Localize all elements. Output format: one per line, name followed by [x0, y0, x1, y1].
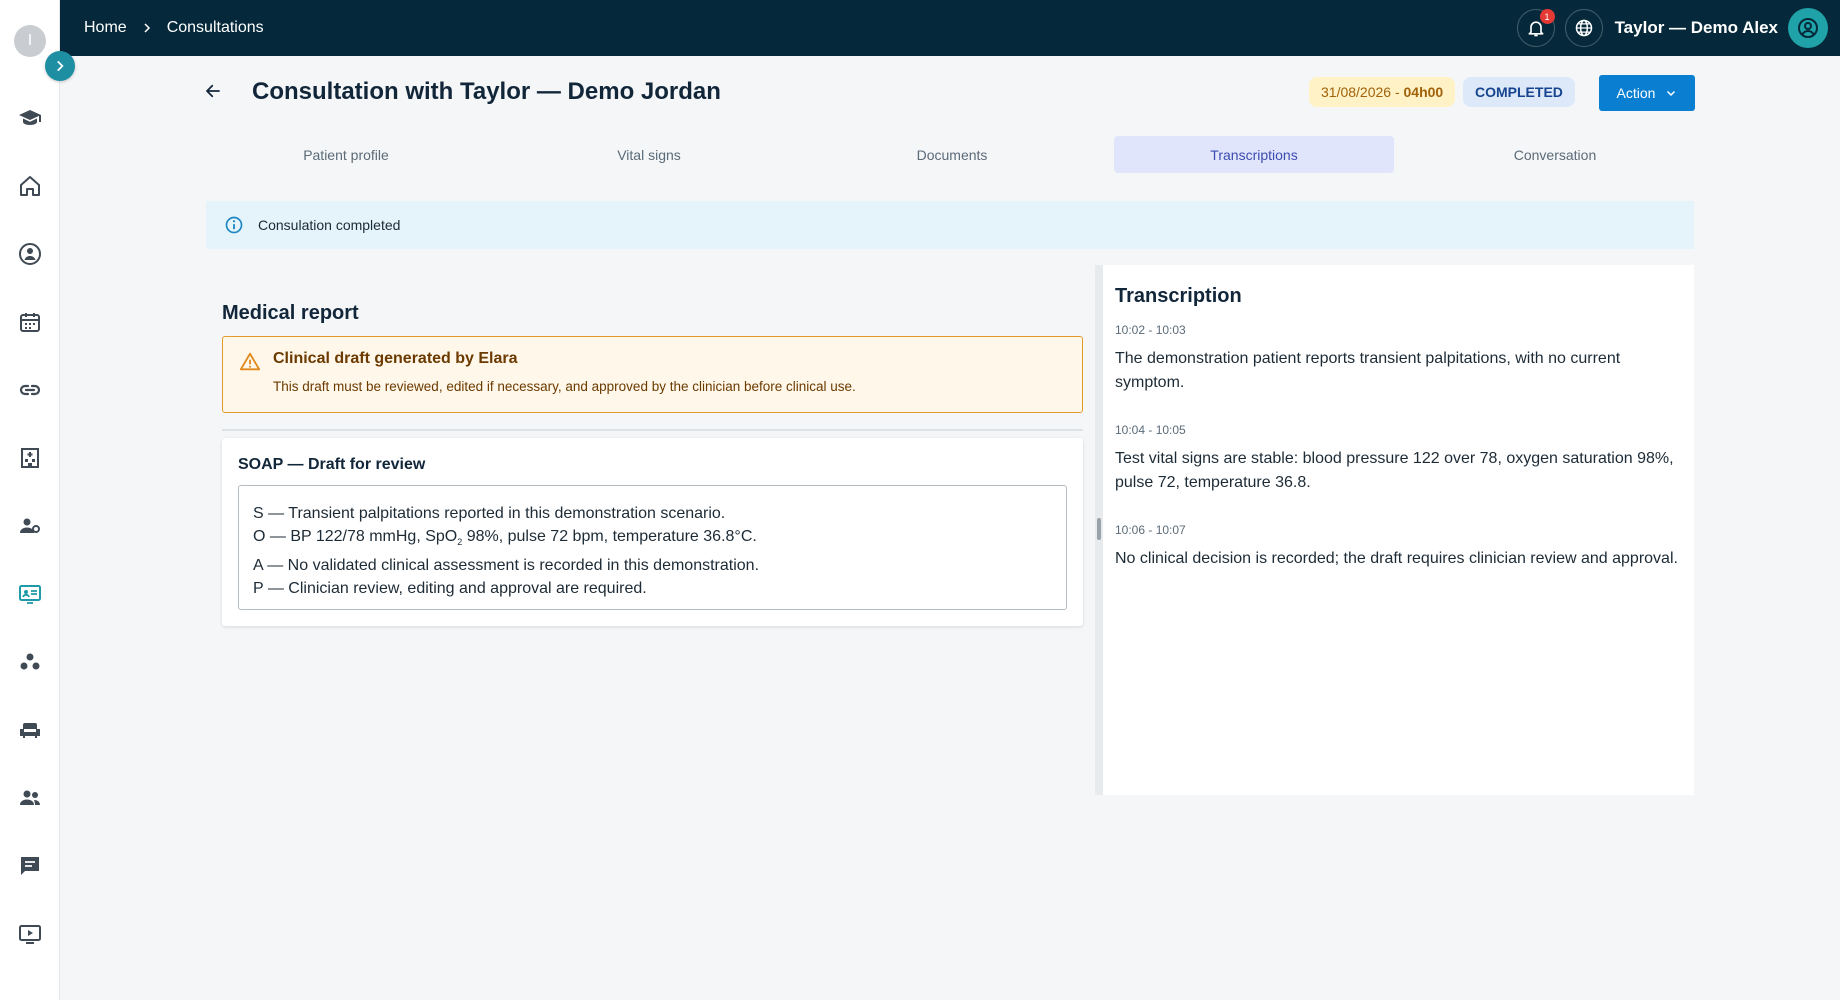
calendar-icon: [20, 313, 40, 332]
medical-report-title: Medical report: [222, 302, 359, 324]
info-icon: [225, 216, 243, 234]
sidebar-item-network[interactable]: [16, 648, 44, 676]
user-avatar[interactable]: [1788, 8, 1828, 48]
soap-objective-part-2: 98%, pulse 72 bpm, temperature 36.8°C.: [462, 528, 757, 545]
soap-assessment: A — No validated clinical assessment is …: [253, 557, 760, 575]
sidebar-item-messages[interactable]: [16, 852, 44, 880]
soap-plan: P — Clinician review, editing and approv…: [253, 580, 647, 598]
transcription-panel: Transcription 10:02 - 10:03 The demonstr…: [1103, 265, 1694, 795]
users-settings-icon: [20, 518, 40, 533]
segment-time: 10:02 - 10:03: [1115, 323, 1186, 337]
notification-badge: 1: [1539, 9, 1555, 24]
page-title: Consultation with Taylor — Demo Jordan: [252, 78, 721, 105]
tab-patient-profile[interactable]: Patient profile: [206, 136, 486, 173]
sidebar-item-waiting-room[interactable]: [16, 716, 44, 744]
top-bar: Home Consultations 1 Taylor — Demo Alex: [60, 0, 1840, 56]
segment-text: Test vital signs are stable: blood press…: [1115, 450, 1674, 491]
sidebar-item-user-management[interactable]: [16, 512, 44, 540]
sidebar-item-training[interactable]: [16, 104, 44, 132]
warning-text: This draft must be reviewed, edited if n…: [273, 379, 856, 394]
soap-title: SOAP — Draft for review: [238, 456, 426, 473]
tab-conversation[interactable]: Conversation: [1415, 136, 1695, 173]
chevron-right-icon: [57, 61, 64, 71]
soap-objective: O — BP 122/78 mmHg, SpO2 98%, pulse 72 b…: [253, 525, 1052, 554]
consultation-time: 04h00: [1403, 84, 1444, 100]
language-button[interactable]: [1564, 9, 1603, 47]
home-icon: [20, 176, 40, 196]
segment-text: The demonstration patient reports transi…: [1115, 350, 1621, 391]
link-icon: [19, 384, 41, 396]
panel-splitter[interactable]: [1095, 265, 1103, 795]
teleconsultation-icon: [19, 585, 41, 604]
banner-text: Consulation completed: [258, 217, 401, 233]
breadcrumb: Home Consultations: [84, 0, 264, 56]
group-icon: [20, 790, 40, 805]
divider: [222, 429, 1083, 431]
notifications-button[interactable]: 1: [1516, 9, 1555, 47]
sidebar-item-links[interactable]: [16, 376, 44, 404]
consultation-date-chip: 31/08/2026 - 04h00: [1309, 77, 1456, 107]
hospital-icon: [21, 448, 39, 468]
warning-icon: [239, 352, 261, 371]
status-badge: COMPLETED: [1463, 77, 1575, 107]
sidebar-expand-button[interactable]: [45, 51, 75, 81]
action-button[interactable]: Action: [1599, 75, 1695, 111]
soap-card: SOAP — Draft for review S — Transient pa…: [222, 438, 1083, 626]
graduation-cap-icon: [19, 110, 41, 125]
chevron-right-icon: [141, 22, 153, 34]
medical-report-panel: Medical report Clinical draft generated …: [206, 265, 1090, 795]
account-circle-icon: [1798, 18, 1818, 38]
info-banner: Consulation completed: [206, 201, 1694, 249]
segment-time: 10:04 - 10:05: [1115, 423, 1186, 437]
globe-icon: [1575, 19, 1592, 37]
video-icon: [19, 925, 41, 944]
action-button-label: Action: [1616, 85, 1656, 101]
arrow-left-icon: [206, 84, 220, 98]
chat-icon: [21, 857, 39, 875]
waiting-room-icon: [20, 723, 40, 738]
soap-editor[interactable]: S — Transient palpitations reported in t…: [238, 485, 1067, 610]
transcription-title: Transcription: [1115, 285, 1242, 307]
warning-title: Clinical draft generated by Elara: [273, 350, 518, 367]
soap-objective-part-1: O — BP 122/78 mmHg, SpO: [253, 528, 458, 545]
sidebar-item-calendar[interactable]: [16, 308, 44, 336]
splitter-handle[interactable]: [1097, 518, 1101, 540]
soap-subjective: S — Transient palpitations reported in t…: [253, 505, 726, 522]
sidebar-item-groups[interactable]: [16, 784, 44, 812]
back-button[interactable]: [200, 78, 226, 104]
tab-documents[interactable]: Documents: [812, 136, 1092, 173]
user-name[interactable]: Taylor — Demo Alex: [1615, 18, 1778, 38]
sidebar-item-home[interactable]: [16, 172, 44, 200]
breadcrumb-consultations: Consultations: [166, 19, 264, 36]
sidebar-item-teleconsultation[interactable]: [16, 580, 44, 608]
doctor-icon: [19, 243, 41, 265]
consultation-date: 31/08/2026 -: [1321, 84, 1400, 100]
sidebar-item-hospital[interactable]: [16, 444, 44, 472]
tab-vital-signs[interactable]: Vital signs: [509, 136, 789, 173]
app-logo: I: [14, 25, 46, 57]
chevron-down-icon: [1667, 90, 1676, 97]
segment-time: 10:06 - 10:07: [1115, 523, 1186, 537]
segment-text: No clinical decision is recorded; the dr…: [1115, 550, 1678, 567]
sidebar-item-doctors[interactable]: [16, 240, 44, 268]
tab-transcriptions[interactable]: Transcriptions: [1114, 136, 1394, 173]
sidebar: I: [0, 0, 60, 1000]
network-icon: [20, 653, 40, 670]
sidebar-item-videos[interactable]: [16, 920, 44, 948]
breadcrumb-home[interactable]: Home: [84, 19, 127, 37]
draft-warning: Clinical draft generated by Elara This d…: [222, 336, 1083, 413]
